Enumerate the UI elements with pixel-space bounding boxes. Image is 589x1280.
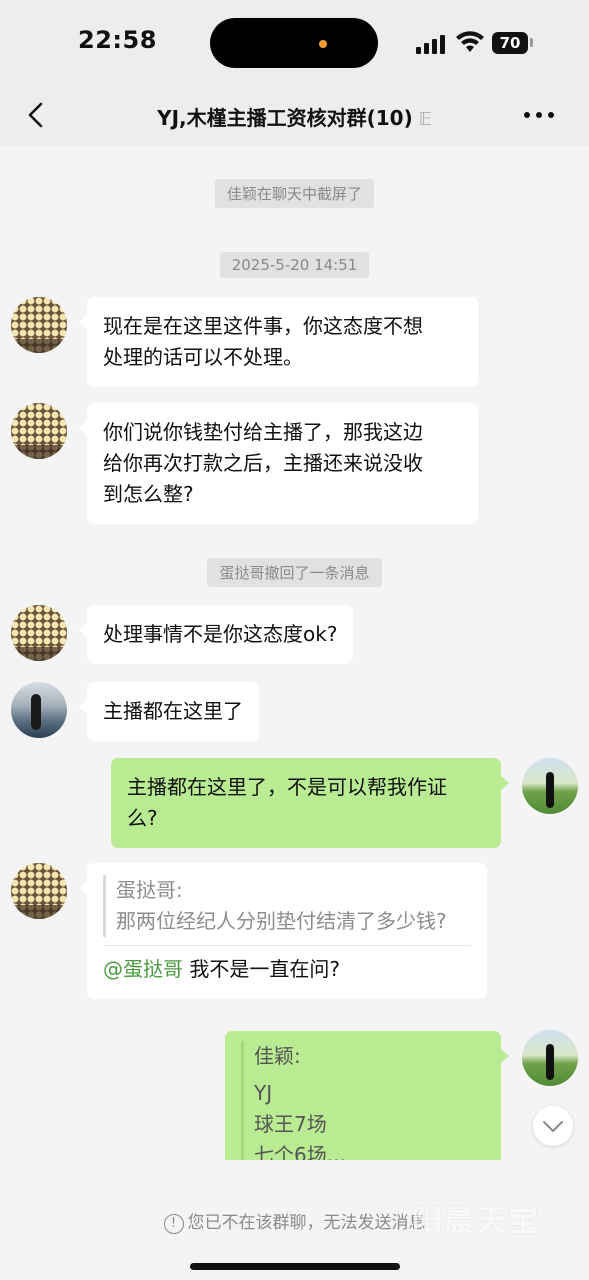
avatar-self[interactable] (522, 758, 578, 814)
quoted-sender: 蛋挞哥: (116, 878, 183, 902)
chat-title[interactable]: YJ,木槿主播工资核对群(10) 𝔼 (0, 102, 589, 131)
status-bar: 22:58 70 (0, 0, 589, 86)
quoted-message[interactable]: 蛋挞哥: 那两位经纪人分别垫付结清了多少钱? (103, 875, 471, 937)
message-text: 到怎么整? (103, 482, 194, 506)
message-bubble[interactable]: 你们说你钱垫付给主播了，那我这边 给你再次打款之后，主播还来说没收 到怎么整? (79, 403, 478, 524)
avatar[interactable] (11, 297, 67, 353)
avatar[interactable] (11, 403, 67, 459)
dynamic-island (210, 18, 378, 68)
ear-icon: 𝔼 (418, 109, 432, 130)
quoted-line: 球王7场 (254, 1112, 327, 1136)
message-text: 处理事情不是你这态度ok? (103, 622, 338, 646)
scroll-to-bottom-button[interactable] (533, 1106, 573, 1146)
message-bubble-reply[interactable]: 蛋挞哥: 那两位经纪人分别垫付结清了多少钱? @蛋挞哥 我不是一直在问? (79, 863, 487, 999)
wifi-icon (456, 31, 484, 52)
message-text: 现在是在这里这件事，你这态度不想 (103, 314, 423, 338)
message-bubble-self[interactable]: 主播都在这里了，不是可以帮我作证 么? (111, 758, 509, 848)
cellular-signal-icon (416, 34, 448, 54)
timestamp-divider: 2025-5-20 14:51 (0, 252, 589, 278)
status-time: 22:58 (78, 26, 157, 54)
battery-tip (530, 38, 533, 47)
message-bubble[interactable]: 处理事情不是你这态度ok? (78, 605, 354, 664)
avatar[interactable] (11, 863, 67, 919)
battery-icon: 70 (492, 32, 528, 54)
quoted-sender: 佳颖: (254, 1044, 301, 1068)
message-text: 我不是一直在问? (183, 957, 340, 981)
notice-text: 您已不在该群聊，无法发送消息 (187, 1213, 426, 1233)
quoted-text: 那两位经纪人分别垫付结清了多少钱? (116, 909, 447, 933)
message-text: 主播都在这里了 (103, 699, 243, 723)
message-text: 给你再次打款之后，主播还来说没收 (103, 451, 423, 475)
quoted-line: 七个6场... (254, 1143, 346, 1160)
home-indicator[interactable] (190, 1263, 400, 1270)
message-list[interactable]: 佳颖在聊天中截屏了 2025-5-20 14:51 现在是在这里这件事，你这态度… (0, 146, 589, 1160)
chat-title-text: YJ,木槿主播工资核对群(10) (157, 106, 413, 130)
privacy-indicator-dot (319, 40, 327, 48)
system-message-screenshot: 佳颖在聊天中截屏了 (0, 179, 589, 208)
avatar[interactable] (11, 605, 67, 661)
avatar-self[interactable] (522, 1030, 578, 1086)
more-dots-icon[interactable] (524, 112, 558, 120)
mention-link[interactable]: @蛋挞哥 (103, 957, 183, 981)
quoted-message[interactable]: 佳颖: YJ 球王7场 七个6场... (241, 1041, 485, 1160)
message-text: 你们说你钱垫付给主播了，那我这边 (103, 420, 423, 444)
quote-divider (103, 945, 471, 946)
avatar[interactable] (11, 682, 67, 738)
message-text: 处理的话可以不处理。 (103, 345, 303, 369)
info-icon: ! (163, 1214, 184, 1234)
chat-header: YJ,木槿主播工资核对群(10) 𝔼 (0, 86, 589, 146)
message-bubble[interactable]: 现在是在这里这件事，你这态度不想 处理的话可以不处理。 (79, 297, 478, 387)
message-bubble[interactable]: 主播都在这里了 (79, 682, 259, 741)
watermark: 阳晨天宝 (412, 1204, 540, 1239)
system-message-recall: 蛋挞哥撤回了一条消息 (0, 558, 589, 587)
message-text: 么? (127, 806, 158, 830)
quoted-line: YJ (254, 1081, 273, 1105)
message-bubble-self[interactable]: 佳颖: YJ 球王7场 七个6场... (225, 1031, 509, 1160)
message-text: 主播都在这里了，不是可以帮我作证 (127, 775, 447, 799)
chat-footer: ! 您已不在该群聊，无法发送消息 阳晨天宝 (0, 1160, 589, 1280)
